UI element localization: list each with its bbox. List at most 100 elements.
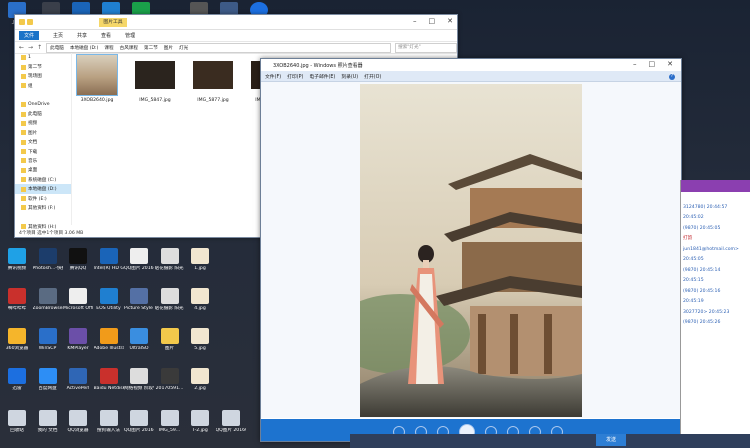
maximize-icon[interactable]: □ (649, 60, 656, 68)
ribbon-tab-home[interactable]: 主页 (53, 32, 63, 39)
folder-icon[interactable] (27, 19, 33, 25)
desktop-icon[interactable]: 搜狗输入法 (94, 410, 124, 434)
desktop-icon[interactable]: QQ图片 20160325... (124, 248, 154, 272)
menu-open[interactable]: 打开(O) (364, 73, 381, 80)
ribbon-tab-share[interactable]: 共享 (77, 32, 87, 39)
file-item[interactable]: 3XOB2640.jpg (76, 54, 118, 103)
desktop-icon[interactable]: 腾讯视频 (2, 248, 32, 272)
maximize-icon[interactable]: □ (429, 17, 436, 25)
desktop-icon[interactable]: 回收站 (2, 410, 32, 434)
nav-item[interactable]: 组 (15, 81, 71, 90)
nav-item[interactable]: 视频 (15, 119, 71, 128)
nav-item[interactable]: 现场图 (15, 72, 71, 81)
minimize-icon[interactable]: – (633, 60, 637, 68)
desktop-icon-label: Baidu Netdisk (93, 386, 124, 391)
desktop-icon[interactable]: 贴花摄影 阳光 中... (155, 248, 185, 272)
desktop-icon[interactable]: 1.jpg (185, 248, 215, 272)
desktop-icon[interactable]: KMPlayer (63, 328, 93, 352)
menu-print[interactable]: 打印(P) (287, 73, 303, 80)
breadcrumb-item[interactable]: 本地磁盘 (D:) (70, 45, 99, 51)
app-icon (191, 410, 209, 426)
nav-item[interactable]: 软件 (E:) (15, 194, 71, 203)
ribbon-tab-manage[interactable]: 管理 (125, 32, 135, 39)
desktop-icon[interactable]: 2.jpg (185, 368, 215, 392)
desktop-icon[interactable]: 嘀哔哔哔 (2, 288, 32, 312)
desktop-icon[interactable]: WinSCP (33, 328, 63, 352)
nav-item[interactable]: OneDrive (15, 100, 71, 109)
nav-item[interactable]: 桌面 (15, 166, 71, 175)
desktop-icon[interactable]: IMG_59... (155, 410, 185, 434)
nav-item[interactable]: 文档 (15, 138, 71, 147)
nav-item[interactable]: 图片 (15, 128, 71, 137)
desktop-icon-label: 百度网盘 (38, 386, 57, 391)
folder-icon[interactable] (19, 19, 25, 25)
desktop-icon[interactable]: Intel(R) HD Graphics... (94, 248, 124, 272)
breadcrumb-item[interactable]: 灯光 (179, 45, 188, 51)
desktop-icon[interactable]: EOS Utility (94, 288, 124, 312)
desktop-icon[interactable]: 迅雷 (2, 368, 32, 392)
desktop-icon[interactable]: QQ浏览器 (63, 410, 93, 434)
nav-item[interactable]: 其他资料 (F:) (15, 203, 71, 212)
desktop-icon[interactable]: 4.jpg (185, 288, 215, 312)
nav-item[interactable]: 本地磁盘 (D:) (15, 184, 71, 194)
breadcrumb-item[interactable]: 图片 (164, 45, 173, 51)
close-icon[interactable]: ✕ (667, 60, 673, 68)
nav-item-label: 软件 (E:) (28, 196, 47, 202)
nav-item[interactable]: 下载 (15, 147, 71, 156)
desktop-icon[interactable]: 5.jpg (185, 328, 215, 352)
nav-item[interactable]: 1 (15, 53, 71, 62)
desktop-icon[interactable]: QQ图片 20160325... (216, 410, 246, 434)
desktop-icon[interactable]: T-2.jpg (185, 410, 215, 434)
nav-item[interactable]: 音乐 (15, 156, 71, 165)
desktop-icon[interactable]: 20170591... (155, 368, 185, 392)
desktop-icon[interactable]: QQ图片 20160325... (124, 410, 154, 434)
desktop-icon[interactable]: 网络视频 阶段VLC (124, 368, 154, 392)
send-button[interactable]: 发送 (596, 434, 626, 446)
nav-item[interactable] (15, 213, 71, 222)
breadcrumb-item[interactable]: 此电脑 (50, 45, 64, 51)
picture-tools-tab[interactable]: 图片工具 (99, 18, 127, 27)
menu-burn[interactable]: 刻录(U) (341, 73, 358, 80)
back-icon[interactable]: ← (19, 44, 24, 51)
file-item[interactable]: IMG_5847.jpg (135, 55, 175, 103)
app-icon (99, 288, 118, 304)
chat-titlebar[interactable] (681, 180, 750, 192)
desktop-icon[interactable]: 贴花摄影 阳光 中... (155, 288, 185, 312)
help-icon[interactable]: ? (669, 74, 675, 80)
desktop-icon[interactable]: Adobe Illustrator (94, 328, 124, 352)
forward-icon[interactable]: → (28, 44, 33, 51)
desktop-icon[interactable]: 腾讯QQ (63, 248, 93, 272)
search-input[interactable]: 搜索"灯光" (395, 42, 458, 53)
nav-item[interactable]: 此电脑 (15, 109, 71, 118)
menu-file[interactable]: 文件(F) (265, 73, 281, 80)
explorer-titlebar[interactable]: 图片工具 – □ ✕ (15, 15, 457, 30)
nav-item[interactable] (15, 91, 71, 100)
desktop-icon[interactable]: Baidu Netdisk (94, 368, 124, 392)
nav-item[interactable]: 系统磁盘 (C:) (15, 175, 71, 184)
ribbon-tab-view[interactable]: 查看 (101, 32, 111, 39)
viewer-titlebar[interactable]: 3XOB2640.jpg - Windows 照片查看器 – □ ✕ (261, 59, 681, 71)
ribbon-tab-file[interactable]: 文件 (19, 31, 40, 40)
desktop-icon[interactable]: ZoomBrowser EX (33, 288, 63, 312)
nav-item[interactable]: 第二节 (15, 62, 71, 71)
breadcrumb[interactable]: 此电脑 本地磁盘 (D:) 课程 古风课程 第二节 图片 灯光 (46, 42, 392, 53)
window-controls: – □ ✕ (413, 17, 453, 25)
menu-email[interactable]: 电子邮件(E) (309, 73, 335, 80)
app-icon (8, 368, 26, 384)
desktop-icon[interactable]: 百度网盘 (33, 368, 63, 392)
desktop-icon[interactable]: 我的 文档 (33, 410, 63, 434)
file-item[interactable]: IMG_5877.jpg (193, 55, 233, 103)
desktop-icon[interactable]: ActivePerl (63, 368, 93, 392)
minimize-icon[interactable]: – (413, 17, 417, 25)
desktop-icon[interactable]: UltraISO (124, 328, 154, 352)
breadcrumb-item[interactable]: 课程 (104, 45, 113, 51)
breadcrumb-item[interactable]: 古风课程 (120, 45, 138, 51)
desktop-icon[interactable]: 360浏览器 (2, 328, 32, 352)
close-icon[interactable]: ✕ (447, 17, 453, 25)
desktop-icon[interactable]: Picture Style Editor (124, 288, 154, 312)
desktop-icon[interactable]: Photosh...-快捷方式 (33, 248, 63, 272)
breadcrumb-item[interactable]: 第二节 (144, 45, 158, 51)
desktop-icon[interactable]: 图片 (155, 328, 185, 352)
up-icon[interactable]: ↑ (37, 44, 42, 51)
desktop-icon[interactable]: Microsoft Office Ver... (63, 288, 93, 312)
